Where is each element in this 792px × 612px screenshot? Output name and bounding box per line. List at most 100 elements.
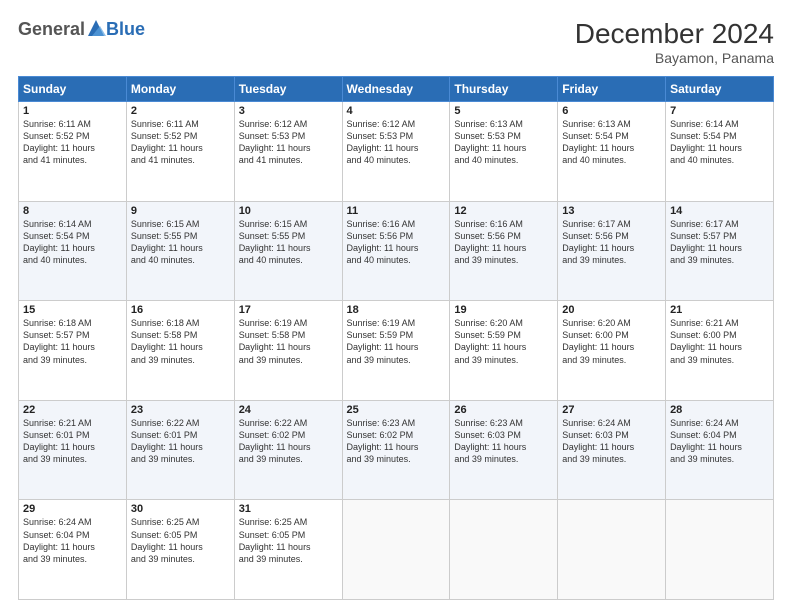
cell-text-line: Sunset: 5:56 PM (562, 230, 661, 242)
cell-text-line: Daylight: 11 hours (562, 441, 661, 453)
cell-text-line: Daylight: 11 hours (239, 242, 338, 254)
cell-text-line: Daylight: 11 hours (347, 142, 446, 154)
cell-text-line: Sunrise: 6:20 AM (454, 317, 553, 329)
calendar-cell: 28Sunrise: 6:24 AMSunset: 6:04 PMDayligh… (666, 400, 774, 500)
day-number: 25 (347, 404, 446, 416)
calendar-cell: 6Sunrise: 6:13 AMSunset: 5:54 PMDaylight… (558, 102, 666, 202)
calendar-row-1: 8Sunrise: 6:14 AMSunset: 5:54 PMDaylight… (19, 201, 774, 301)
cell-text-line: Sunset: 6:05 PM (131, 529, 230, 541)
cell-text-line: Daylight: 11 hours (131, 242, 230, 254)
cell-text-line: Daylight: 11 hours (23, 142, 122, 154)
cell-text-line: and 40 minutes. (562, 154, 661, 166)
page: General Blue December 2024 Bayamon, Pana… (0, 0, 792, 612)
cell-text-line: Sunrise: 6:22 AM (131, 417, 230, 429)
calendar-header-thursday: Thursday (450, 77, 558, 102)
cell-text-line: Sunset: 5:57 PM (670, 230, 769, 242)
cell-text-line: Sunset: 6:03 PM (454, 429, 553, 441)
calendar-cell: 13Sunrise: 6:17 AMSunset: 5:56 PMDayligh… (558, 201, 666, 301)
cell-text-line: Sunrise: 6:24 AM (670, 417, 769, 429)
main-title: December 2024 (575, 18, 774, 50)
day-number: 15 (23, 304, 122, 316)
cell-text-line: and 39 minutes. (670, 453, 769, 465)
cell-text-line: Sunset: 5:57 PM (23, 329, 122, 341)
cell-text-line: and 39 minutes. (239, 453, 338, 465)
cell-text-line: Sunset: 5:58 PM (239, 329, 338, 341)
cell-text-line: and 41 minutes. (23, 154, 122, 166)
logo-general: General (18, 19, 85, 40)
cell-text-line: Daylight: 11 hours (347, 441, 446, 453)
cell-text-line: Sunset: 5:59 PM (454, 329, 553, 341)
cell-text-line: Daylight: 11 hours (23, 341, 122, 353)
calendar-row-4: 29Sunrise: 6:24 AMSunset: 6:04 PMDayligh… (19, 500, 774, 600)
calendar-cell: 14Sunrise: 6:17 AMSunset: 5:57 PMDayligh… (666, 201, 774, 301)
cell-text-line: Sunset: 5:54 PM (670, 130, 769, 142)
cell-text-line: Sunset: 5:52 PM (131, 130, 230, 142)
day-number: 20 (562, 304, 661, 316)
cell-text-line: Daylight: 11 hours (670, 142, 769, 154)
cell-text-line: and 39 minutes. (239, 553, 338, 565)
cell-text-line: Sunset: 6:00 PM (562, 329, 661, 341)
calendar-cell: 27Sunrise: 6:24 AMSunset: 6:03 PMDayligh… (558, 400, 666, 500)
cell-text-line: Daylight: 11 hours (454, 441, 553, 453)
day-number: 30 (131, 503, 230, 515)
day-number: 14 (670, 205, 769, 217)
day-number: 27 (562, 404, 661, 416)
cell-text-line: Daylight: 11 hours (562, 341, 661, 353)
day-number: 19 (454, 304, 553, 316)
calendar-cell: 19Sunrise: 6:20 AMSunset: 5:59 PMDayligh… (450, 301, 558, 401)
day-number: 24 (239, 404, 338, 416)
cell-text-line: Daylight: 11 hours (562, 142, 661, 154)
cell-text-line: Sunset: 6:04 PM (23, 529, 122, 541)
calendar-cell: 10Sunrise: 6:15 AMSunset: 5:55 PMDayligh… (234, 201, 342, 301)
day-number: 3 (239, 105, 338, 117)
logo-text: General Blue (18, 18, 145, 40)
cell-text-line: Sunrise: 6:23 AM (454, 417, 553, 429)
calendar-cell: 21Sunrise: 6:21 AMSunset: 6:00 PMDayligh… (666, 301, 774, 401)
cell-text-line: and 39 minutes. (131, 354, 230, 366)
cell-text-line: and 40 minutes. (347, 154, 446, 166)
cell-text-line: Sunrise: 6:20 AM (562, 317, 661, 329)
cell-text-line: Sunrise: 6:25 AM (239, 516, 338, 528)
cell-text-line: and 39 minutes. (562, 354, 661, 366)
cell-text-line: Daylight: 11 hours (670, 441, 769, 453)
calendar-cell: 17Sunrise: 6:19 AMSunset: 5:58 PMDayligh… (234, 301, 342, 401)
calendar-cell: 9Sunrise: 6:15 AMSunset: 5:55 PMDaylight… (126, 201, 234, 301)
cell-text-line: Sunset: 5:56 PM (454, 230, 553, 242)
cell-text-line: Daylight: 11 hours (239, 441, 338, 453)
cell-text-line: Sunrise: 6:19 AM (239, 317, 338, 329)
calendar-cell: 30Sunrise: 6:25 AMSunset: 6:05 PMDayligh… (126, 500, 234, 600)
cell-text-line: and 39 minutes. (670, 354, 769, 366)
cell-text-line: Sunset: 6:05 PM (239, 529, 338, 541)
cell-text-line: Sunrise: 6:12 AM (347, 118, 446, 130)
cell-text-line: and 40 minutes. (131, 254, 230, 266)
cell-text-line: and 39 minutes. (454, 254, 553, 266)
cell-text-line: and 39 minutes. (347, 354, 446, 366)
cell-text-line: Sunset: 5:59 PM (347, 329, 446, 341)
cell-text-line: Sunrise: 6:12 AM (239, 118, 338, 130)
cell-text-line: Daylight: 11 hours (670, 341, 769, 353)
cell-text-line: Daylight: 11 hours (347, 341, 446, 353)
cell-text-line: Sunset: 5:55 PM (131, 230, 230, 242)
cell-text-line: Daylight: 11 hours (239, 541, 338, 553)
day-number: 4 (347, 105, 446, 117)
cell-text-line: Daylight: 11 hours (239, 341, 338, 353)
cell-text-line: Daylight: 11 hours (23, 441, 122, 453)
cell-text-line: and 39 minutes. (23, 553, 122, 565)
calendar-cell: 29Sunrise: 6:24 AMSunset: 6:04 PMDayligh… (19, 500, 127, 600)
calendar-row-0: 1Sunrise: 6:11 AMSunset: 5:52 PMDaylight… (19, 102, 774, 202)
day-number: 22 (23, 404, 122, 416)
cell-text-line: Daylight: 11 hours (454, 341, 553, 353)
calendar-cell: 8Sunrise: 6:14 AMSunset: 5:54 PMDaylight… (19, 201, 127, 301)
calendar-cell (342, 500, 450, 600)
cell-text-line: and 40 minutes. (454, 154, 553, 166)
calendar-row-3: 22Sunrise: 6:21 AMSunset: 6:01 PMDayligh… (19, 400, 774, 500)
cell-text-line: and 39 minutes. (23, 354, 122, 366)
cell-text-line: Sunrise: 6:23 AM (347, 417, 446, 429)
cell-text-line: Daylight: 11 hours (454, 142, 553, 154)
day-number: 13 (562, 205, 661, 217)
cell-text-line: and 40 minutes. (23, 254, 122, 266)
day-number: 26 (454, 404, 553, 416)
calendar-cell: 5Sunrise: 6:13 AMSunset: 5:53 PMDaylight… (450, 102, 558, 202)
calendar-body: 1Sunrise: 6:11 AMSunset: 5:52 PMDaylight… (19, 102, 774, 600)
cell-text-line: and 41 minutes. (131, 154, 230, 166)
